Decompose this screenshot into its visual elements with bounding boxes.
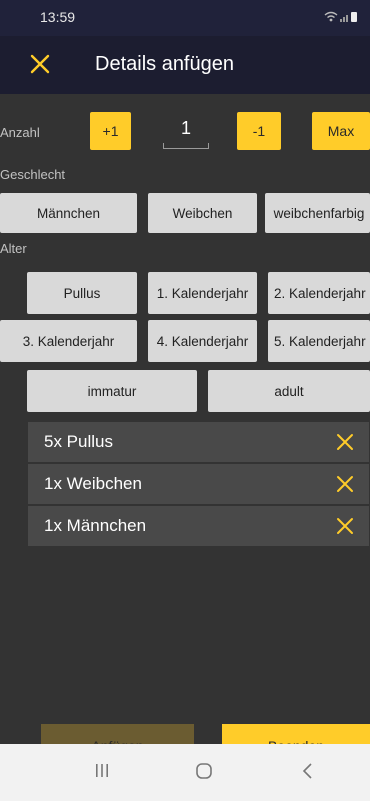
main-content bbox=[0, 94, 370, 744]
recent-apps-icon[interactable] bbox=[93, 762, 111, 780]
status-icons bbox=[324, 11, 357, 22]
close-icon[interactable] bbox=[335, 516, 355, 536]
age-option-pullus[interactable]: Pullus bbox=[27, 272, 137, 314]
gender-label: Geschlecht bbox=[0, 167, 66, 182]
list-item-text: 1x Männchen bbox=[44, 516, 147, 535]
page-title: Details anfügen bbox=[95, 53, 234, 75]
decrement-button[interactable]: -1 bbox=[237, 112, 281, 150]
back-icon[interactable] bbox=[299, 762, 317, 780]
close-icon[interactable] bbox=[28, 52, 52, 76]
age-label: Alter bbox=[0, 241, 27, 256]
age-option-4-calendar-year[interactable]: 4. Kalenderjahr bbox=[148, 320, 257, 362]
list-item: 1x Weibchen bbox=[28, 464, 369, 504]
count-value: 1 bbox=[180, 118, 191, 138]
count-label: Anzahl bbox=[0, 125, 40, 140]
navigation-bar bbox=[0, 744, 370, 801]
selected-details-list: 5x Pullus 1x Weibchen 1x Männchen bbox=[28, 422, 369, 548]
close-icon[interactable] bbox=[335, 432, 355, 452]
age-option-5-calendar-year[interactable]: 5. Kalenderjahr bbox=[268, 320, 370, 362]
count-input[interactable]: 1 bbox=[163, 118, 209, 149]
list-item-text: 5x Pullus bbox=[44, 432, 113, 451]
signal-icon bbox=[340, 15, 348, 22]
age-option-adult[interactable]: adult bbox=[208, 370, 370, 412]
list-item-text: 1x Weibchen bbox=[44, 474, 142, 493]
age-option-3-calendar-year[interactable]: 3. Kalenderjahr bbox=[0, 320, 137, 362]
battery-icon bbox=[351, 12, 357, 22]
age-option-immature[interactable]: immatur bbox=[27, 370, 197, 412]
status-time: 13:59 bbox=[40, 9, 76, 25]
close-icon[interactable] bbox=[335, 474, 355, 494]
age-option-2-calendar-year[interactable]: 2. Kalenderjahr bbox=[268, 272, 370, 314]
gender-option-male[interactable]: Männchen bbox=[0, 193, 137, 233]
list-item: 1x Männchen bbox=[28, 506, 369, 546]
wifi-icon bbox=[324, 11, 338, 22]
home-icon[interactable] bbox=[195, 762, 213, 780]
list-item: 5x Pullus bbox=[28, 422, 369, 462]
app-bar: Details anfügen bbox=[0, 36, 370, 94]
max-button[interactable]: Max bbox=[312, 112, 370, 150]
age-option-1-calendar-year[interactable]: 1. Kalenderjahr bbox=[148, 272, 257, 314]
status-bar: 13:59 bbox=[0, 0, 370, 36]
gender-option-female-colored[interactable]: weibchenfarbig bbox=[265, 193, 370, 233]
gender-option-female[interactable]: Weibchen bbox=[148, 193, 257, 233]
increment-button[interactable]: +1 bbox=[90, 112, 131, 150]
